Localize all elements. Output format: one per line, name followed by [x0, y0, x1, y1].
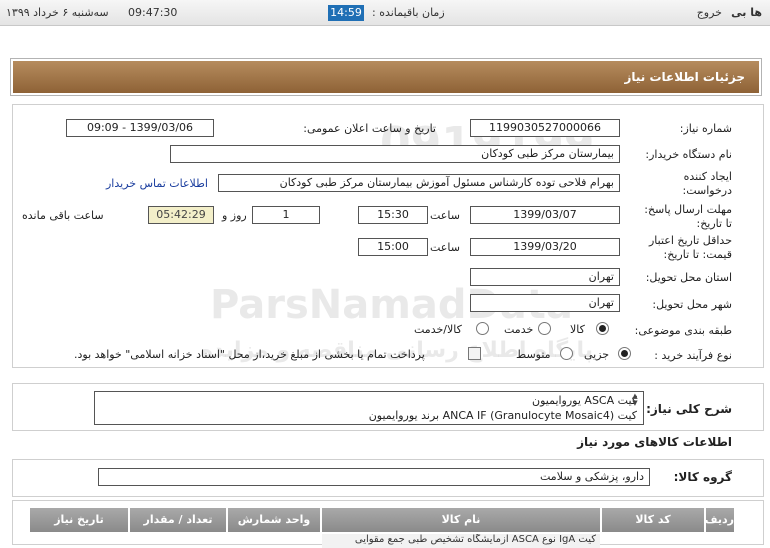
top-bar: ها بی خروج زمان باقیمانده : 14:59 09:47:… — [0, 0, 770, 26]
col-item-name: نام کالا — [322, 508, 600, 532]
remaining-time-field: 05:42:29 — [148, 206, 214, 224]
description-line-1: کیت ASCA یوروایمیون — [532, 394, 637, 407]
deadline-date-field: 1399/03/07 — [470, 206, 620, 224]
validity-label-1: حداقل تاریخ اعتبار — [648, 234, 732, 247]
validity-date-field: 1399/03/20 — [470, 238, 620, 256]
description-line-2: کیت ANCA IF (Granulocyte Mosaic4) برند ی… — [368, 409, 637, 422]
validity-time-field: 15:00 — [358, 238, 428, 256]
process-radio-minor[interactable] — [618, 347, 631, 360]
days-field: 1 — [252, 206, 320, 224]
deadline-label-2: تا تاریخ: — [696, 217, 732, 230]
deadline-time-label: ساعت — [430, 209, 460, 222]
process-radio-medium[interactable] — [560, 347, 573, 360]
province-field: تهران — [470, 268, 620, 286]
creator-field: بهرام فلاحی توده کارشناس مسئول آموزش بیم… — [218, 174, 620, 192]
category-radio-service[interactable] — [538, 322, 551, 335]
category-radio-both[interactable] — [476, 322, 489, 335]
remaining-time-label: زمان باقیمانده : — [372, 6, 445, 19]
validity-time-label: ساعت — [430, 241, 460, 254]
process-option-medium: متوسط — [516, 348, 551, 361]
col-row-number: ردیف — [705, 508, 734, 532]
validity-label-2: قیمت: تا تاریخ: — [663, 248, 732, 261]
buyer-field: بیمارستان مرکز طبی کودکان — [170, 145, 620, 163]
need-number-label: شماره نیاز: — [679, 122, 732, 135]
table-row-item-name: کیت IgA نوع ASCA آزمایشگاه تشخیص طبی جمع… — [322, 534, 600, 548]
province-label: استان محل تحویل: — [645, 271, 732, 284]
treasury-payment-note: پرداخت تمام یا بخشی از مبلغ خرید،از محل … — [74, 348, 425, 361]
city-field: تهران — [470, 294, 620, 312]
category-option-service: خدمت — [504, 323, 534, 336]
deadline-label-1: مهلت ارسال پاسخ: — [644, 203, 732, 216]
clock: 09:47:30 — [128, 6, 178, 19]
need-number-field: 1199030527000066 — [470, 119, 620, 137]
description-textarea[interactable]: کیت ASCA یوروایمیون کیت ANCA IF (Granulo… — [94, 391, 644, 425]
description-label: شرح کلی نیاز: — [646, 402, 732, 416]
panel-title: جزئیات اطلاعات نیاز — [13, 61, 759, 93]
city-label: شهر محل تحویل: — [652, 298, 732, 311]
logout-link[interactable]: خروج — [697, 6, 722, 19]
session-timer: 14:59 — [328, 5, 364, 21]
deadline-time-field: 15:30 — [358, 206, 428, 224]
col-quantity: تعداد / مقدار — [130, 508, 226, 532]
category-label: طبقه بندی موضوعی: — [634, 324, 732, 337]
username: ها بی — [731, 6, 762, 19]
goods-group-field: دارو، پزشکی و سلامت — [98, 468, 650, 486]
col-unit: واحد شمارش — [228, 508, 320, 532]
treasury-payment-checkbox[interactable] — [468, 347, 481, 360]
category-option-both: کالا/خدمت — [414, 323, 462, 336]
goods-group-label: گروه کالا: — [673, 470, 732, 484]
announce-field: 1399/03/06 - 09:09 — [66, 119, 214, 137]
category-radio-goods[interactable] — [596, 322, 609, 335]
textarea-scroll-icon[interactable]: ▲ ▼ — [630, 393, 640, 409]
days-label: روز و — [222, 209, 247, 222]
date: سه‌شنبه ۶ خرداد ۱۳۹۹ — [6, 6, 109, 19]
goods-section-title: اطلاعات کالاهای مورد نیاز — [577, 435, 732, 449]
process-label: نوع فرآیند خرید : — [654, 349, 732, 362]
col-item-code: کد کالا — [602, 508, 704, 532]
process-option-minor: جزیی — [584, 348, 610, 361]
remaining-hours-label: ساعت باقی مانده — [22, 209, 104, 222]
buyer-label: نام دستگاه خریدار: — [645, 148, 732, 161]
category-option-goods: کالا — [570, 323, 585, 336]
col-need-date: تاریخ نیاز — [30, 508, 128, 532]
creator-label-2: درخواست: — [682, 184, 732, 197]
creator-label-1: ایجاد کننده — [683, 170, 732, 183]
announce-label: تاریخ و ساعت اعلان عمومی: — [303, 122, 436, 135]
details-panel: جزئیات اطلاعات نیاز — [10, 58, 762, 96]
buyer-contact-link[interactable]: اطلاعات تماس خریدار — [106, 177, 208, 190]
